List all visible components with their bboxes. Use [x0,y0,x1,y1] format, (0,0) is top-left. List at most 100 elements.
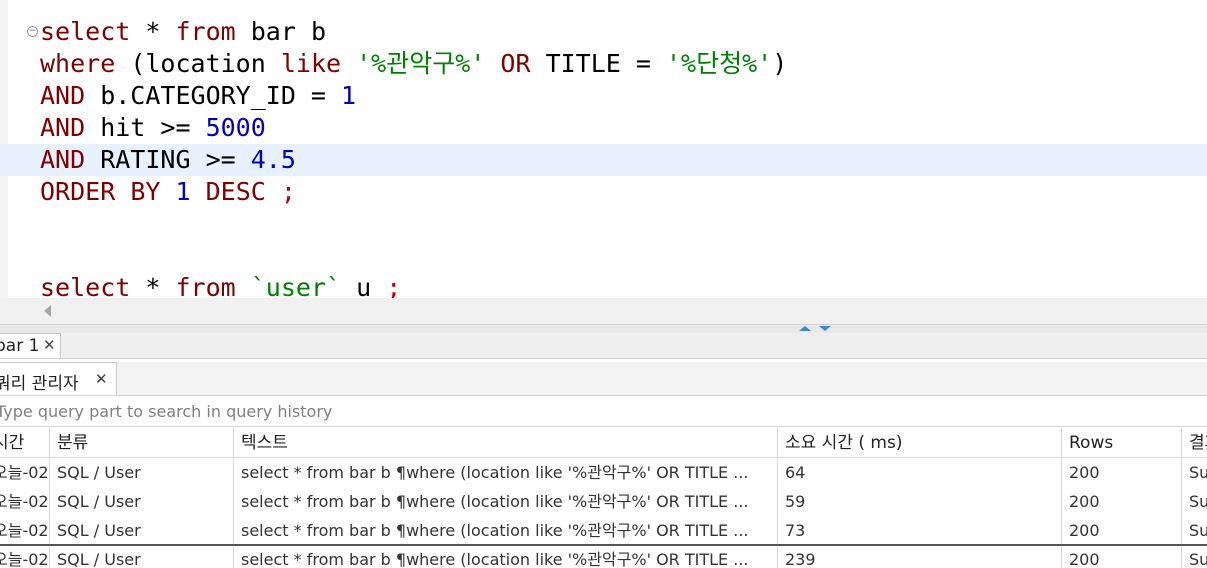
cell-result: Success [1189,463,1207,482]
cell-time: 오늘-02... [0,487,50,516]
code-token: hit >= [85,113,206,142]
code-text: AND b.CATEGORY_ID = 1 [40,80,356,112]
cell-text: select * from bar b ¶where (location lik… [234,487,778,516]
query-history-search-input[interactable] [0,397,1207,427]
code-token: 4.5 [250,145,296,174]
code-token: * [130,17,176,46]
maximize-up-icon[interactable] [799,326,811,331]
tab-label: 쿼리 관리자 [0,374,79,394]
code-line[interactable]: − select * from bar b [0,16,1207,48]
column-header-text[interactable]: 텍스트 [234,428,778,457]
code-token: ) [772,49,788,78]
cell-text: select * from bar b ¶where (location lik… [234,516,778,545]
code-token: AND [40,145,86,174]
code-text: select * from `user` u ; [40,272,401,298]
cell-duration: 73 [778,516,1062,545]
code-text: AND hit >= 5000 [40,112,266,144]
horizontal-scrollbar[interactable] [0,298,1207,324]
column-header-rows[interactable]: Rows [1062,428,1182,457]
code-token: select [40,17,131,46]
cell-type: SQL / User [50,487,234,516]
code-line[interactable]: AND hit >= 5000 [0,112,1207,144]
result-tab-bar: bar 1 ✕ [0,333,1207,359]
table-row[interactable]: 오늘-02... SQL / User select * from bar b … [0,516,1207,545]
cell-type: SQL / User [50,546,234,568]
code-line[interactable] [0,240,1207,272]
cell-rows: 200 [1062,546,1182,568]
code-line[interactable] [0,208,1207,240]
code-token: AND [40,113,86,142]
code-line[interactable]: select * from `user` u ; [0,272,1207,298]
code-token: BY [130,177,161,206]
code-line[interactable]: ORDER BY 1 DESC ; [0,176,1207,208]
code-token: u [341,273,387,298]
cell-result: Success [1189,550,1207,568]
code-token: DESC [205,177,266,206]
cell-time: 오늘-02... [0,516,50,545]
code-token: '%관악구%' [356,49,486,78]
close-icon[interactable]: ✕ [95,370,108,388]
code-text: ORDER BY 1 DESC ; [40,176,296,208]
code-token: select [40,273,131,298]
cell-text: select * from bar b ¶where (location lik… [234,458,778,487]
cell-result: Success [1189,492,1207,511]
cell-duration: 59 [778,487,1062,516]
code-token: '%단청%' [665,49,773,78]
code-token: (location [115,49,281,78]
code-line[interactable]: AND b.CATEGORY_ID = 1 [0,80,1207,112]
panel-splitter[interactable] [0,324,1207,333]
code-token: 1 [341,81,357,110]
scroll-left-arrow-icon[interactable] [44,305,51,317]
tab-label: bar 1 [0,336,40,356]
cell-time: 오늘-02... [0,546,50,568]
tab-query-manager[interactable]: 쿼리 관리자 ✕ [0,362,117,395]
cell-type: SQL / User [50,516,234,545]
code-token: from [175,273,236,298]
cell-rows: 200 [1062,516,1182,545]
sql-editor[interactable]: − select * from bar b where (location like… [0,0,1207,298]
table-row[interactable]: 오늘-02... SQL / User select * from bar b … [0,458,1207,487]
code-token: OR [500,49,531,78]
code-token: from [175,17,236,46]
code-line[interactable]: where (location like '%관악구%' OR TITLE = … [0,48,1207,80]
close-icon[interactable]: ✕ [43,336,56,354]
cell-duration: 239 [778,546,1062,568]
fold-collapse-icon[interactable]: − [27,26,38,37]
code-token: `user` [250,273,342,298]
cell-type: SQL / User [50,458,234,487]
query-history-table: 시간 분류 텍스트 소요 시간 ( ms) Rows 결과 오늘-02... S… [0,428,1207,568]
column-header-result[interactable]: 결과 [1182,428,1207,457]
table-header: 시간 분류 텍스트 소요 시간 ( ms) Rows 결과 [0,428,1207,458]
code-token: b.CATEGORY_ID = [85,81,342,110]
cell-result: Success [1189,521,1207,540]
code-token: 1 [175,177,191,206]
history-tab-bar: 쿼리 관리자 ✕ [0,362,1207,396]
table-row[interactable]: 오늘-02... SQL / User select * from bar b … [0,487,1207,516]
code-line[interactable]: AND RATING >= 4.5 [0,144,1207,176]
code-token: ORDER [40,177,116,206]
code-text: where (location like '%관악구%' OR TITLE = … [40,48,787,80]
tab-result-bar-1[interactable]: bar 1 ✕ [0,333,61,358]
cell-rows: 200 [1062,487,1182,516]
code-text: AND RATING >= 4.5 [40,144,296,176]
code-token: ; [280,177,296,206]
code-token: AND [40,81,86,110]
cell-text: select * from bar b ¶where (location lik… [234,546,778,568]
code-token: where [40,49,116,78]
code-token: TITLE = [530,49,666,78]
column-header-duration[interactable]: 소요 시간 ( ms) [778,428,1062,457]
code-text: select * from bar b [40,16,326,48]
code-token: like [280,49,342,78]
table-row-selected[interactable]: 오늘-02... SQL / User select * from bar b … [0,544,1207,568]
code-token: * [130,273,176,298]
column-header-time[interactable]: 시간 [0,428,50,457]
code-token: ; [386,273,402,298]
column-header-type[interactable]: 분류 [50,428,234,457]
minimize-down-icon[interactable] [819,326,831,331]
